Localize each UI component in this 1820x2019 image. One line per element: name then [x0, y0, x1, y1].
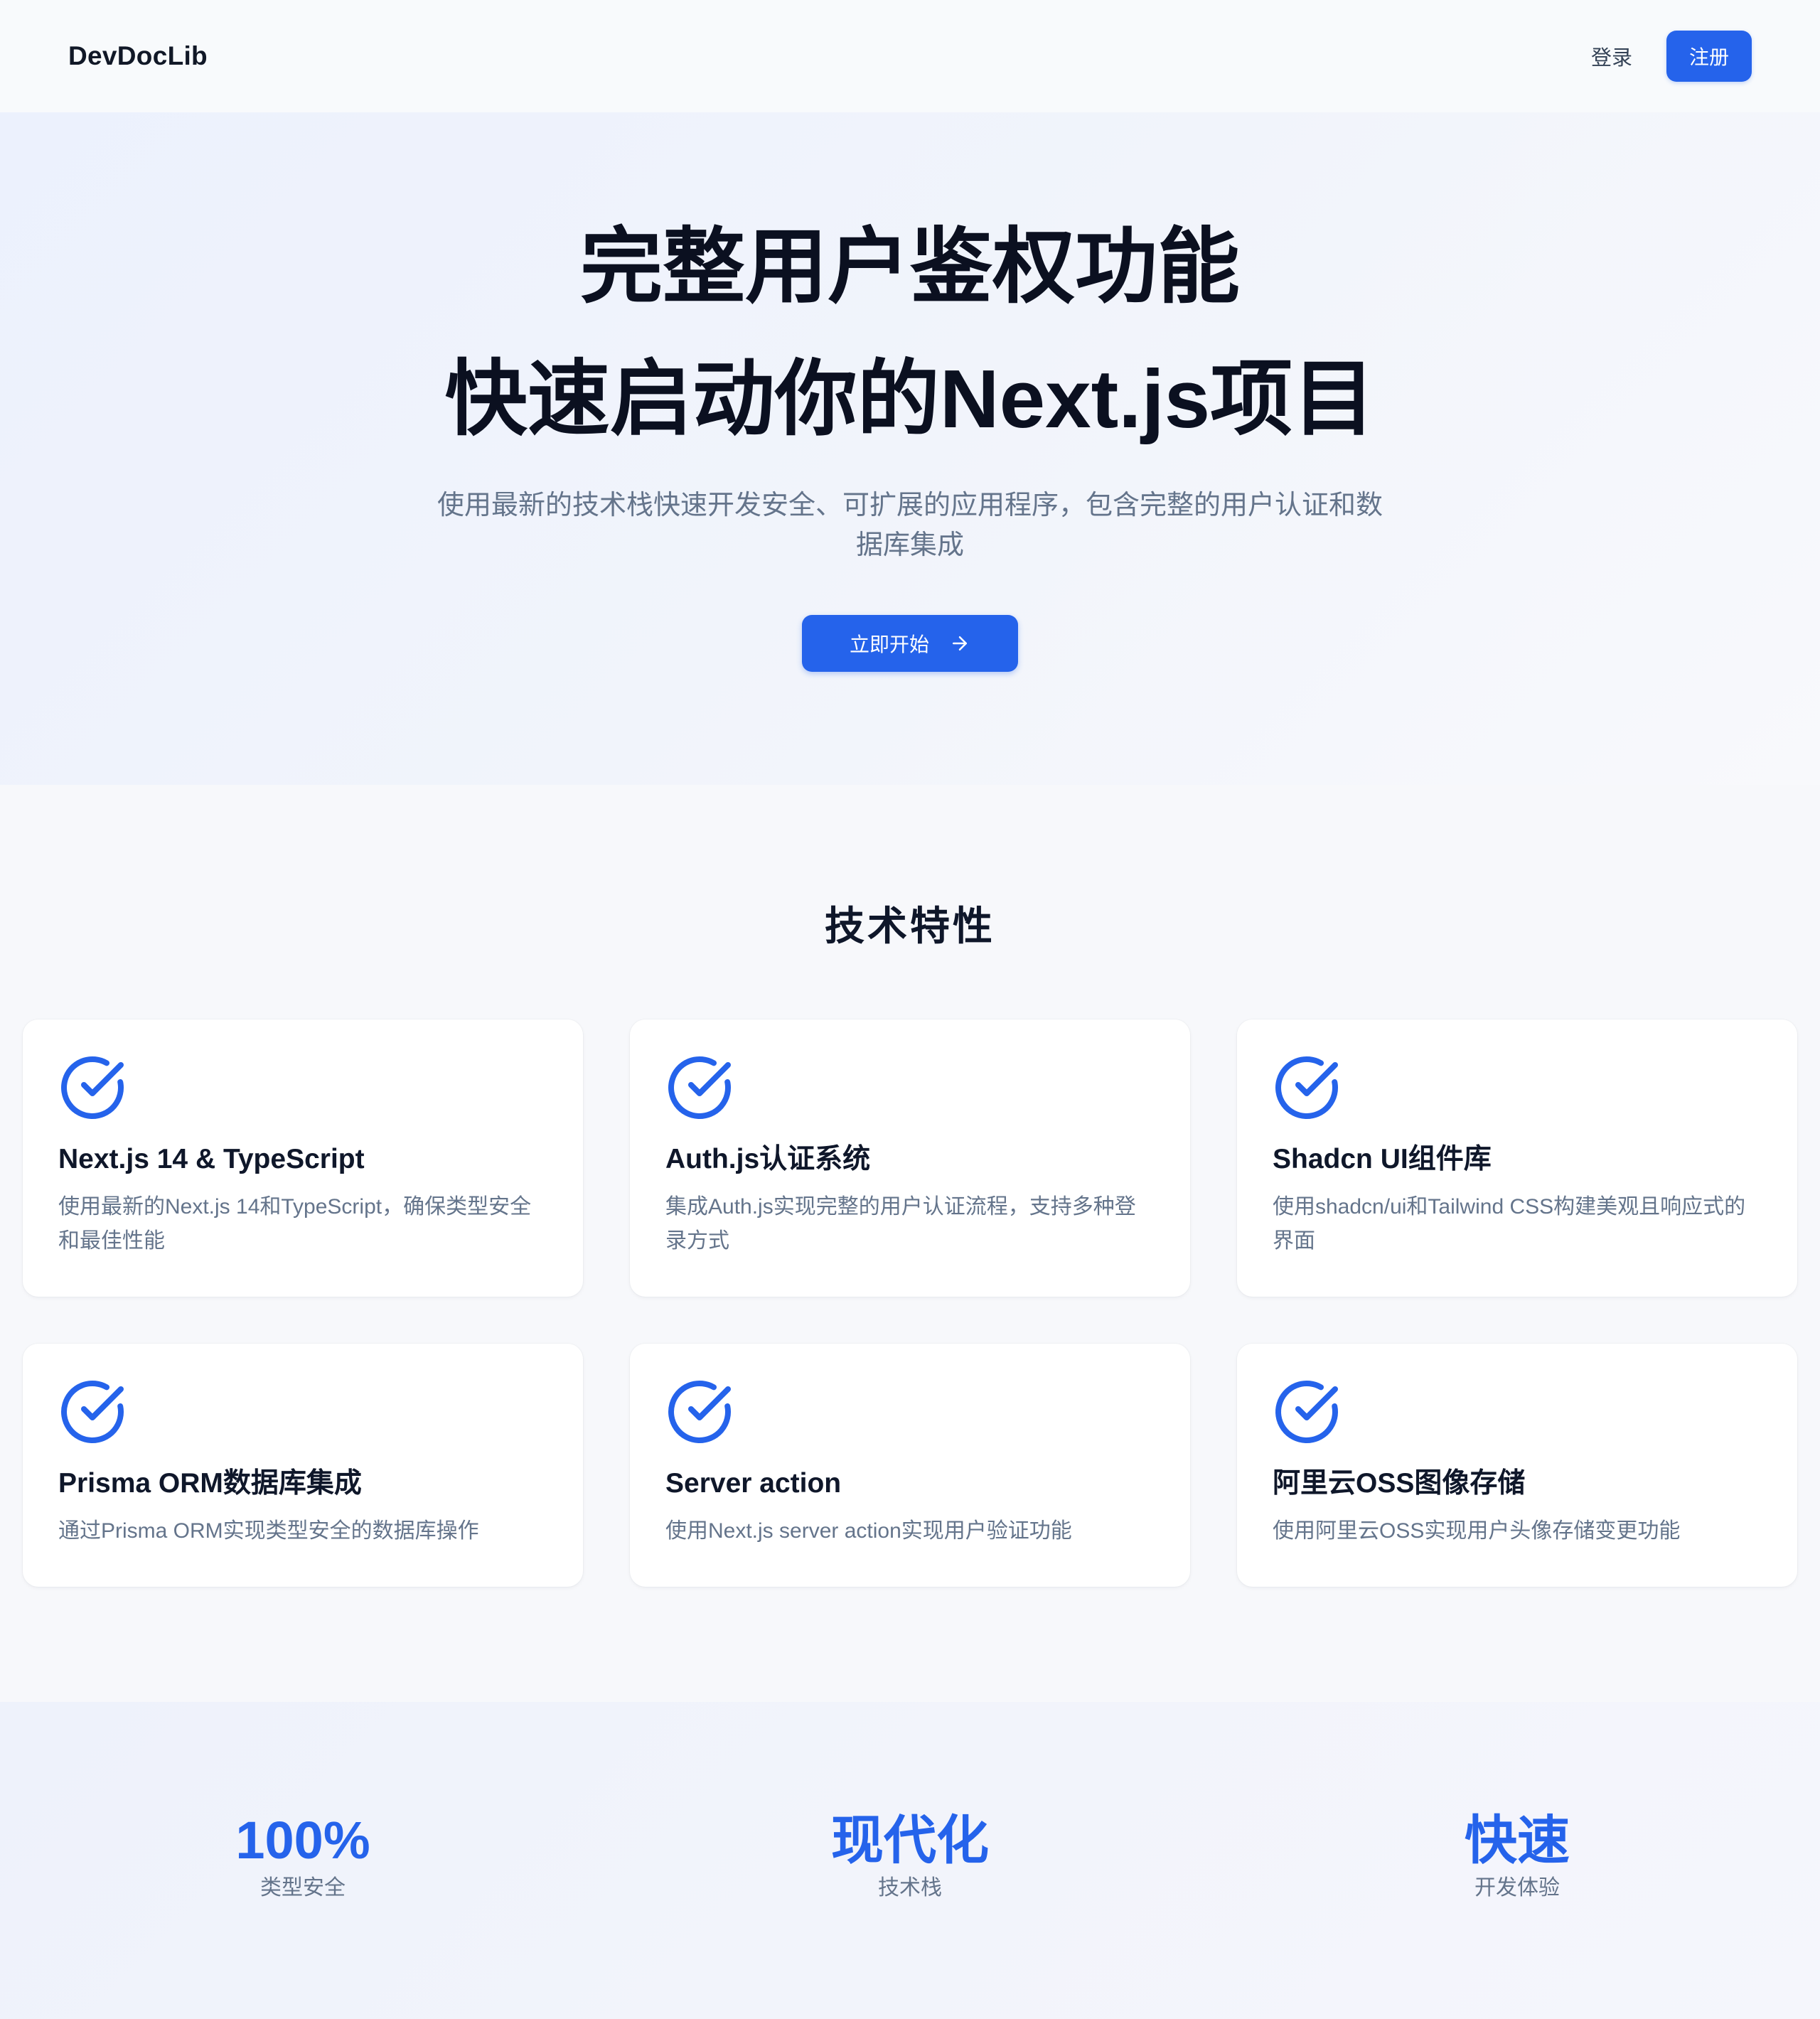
feature-card-title: Prisma ORM数据库集成 — [58, 1468, 362, 1499]
stat-tech-stack: 现代化 技术栈 — [697, 1809, 1123, 1902]
login-link[interactable]: 登录 — [1591, 41, 1632, 71]
check-circle-icon — [668, 1380, 731, 1443]
get-started-button[interactable]: 立即开始 — [802, 615, 1018, 672]
stat-value: 现代化 — [831, 1811, 989, 1870]
feature-card-prisma: Prisma ORM数据库集成 通过Prisma ORM实现类型安全的数据库操作 — [23, 1344, 583, 1587]
feature-card-title: 阿里云OSS图像存储 — [1273, 1468, 1526, 1499]
check-circle-icon — [61, 1056, 124, 1119]
hero-title-line2: 快速启动你的Next.js项目 — [444, 353, 1376, 445]
feature-card-title: Shadcn UI组件库 — [1273, 1144, 1492, 1174]
hero-section: 完整用户鉴权功能 快速启动你的Next.js项目 使用最新的技术栈快速开发安全、… — [0, 112, 1820, 785]
arrow-right-icon — [953, 636, 967, 650]
stat-label: 类型安全 — [260, 1876, 346, 1900]
check-circle-icon — [61, 1380, 124, 1443]
stat-label: 开发体验 — [1474, 1876, 1560, 1900]
get-started-label: 立即开始 — [849, 633, 929, 655]
stat-dev-experience: 快速 开发体验 — [1304, 1809, 1730, 1902]
feature-card-shadcn: Shadcn UI组件库 使用shadcn/ui和Tailwind CSS构建美… — [1237, 1019, 1797, 1297]
feature-card-nextjs: Next.js 14 & TypeScript 使用最新的Next.js 14和… — [23, 1019, 583, 1297]
register-button[interactable]: 注册 — [1666, 31, 1752, 82]
feature-card-title: Auth.js认证系统 — [665, 1144, 871, 1174]
feature-card-title: Server action — [665, 1468, 842, 1499]
nav-actions: 登录 注册 — [1591, 31, 1752, 82]
feature-card-desc: 集成Auth.js实现完整的用户认证流程，支持多种登录方式 — [665, 1195, 1136, 1253]
check-circle-icon — [1275, 1380, 1338, 1443]
feature-card-desc: 使用Next.js server action实现用户验证功能 — [665, 1519, 1072, 1543]
hero-subtitle: 使用最新的技术栈快速开发安全、可扩展的应用程序，包含完整的用户认证和数据库集成 — [437, 491, 1383, 560]
hero-title-line1: 完整用户鉴权功能 — [580, 220, 1240, 313]
stat-value: 快速 — [1465, 1811, 1570, 1870]
feature-card-authjs: Auth.js认证系统 集成Auth.js实现完整的用户认证流程，支持多种登录方… — [630, 1019, 1190, 1297]
feature-card-title: Next.js 14 & TypeScript — [58, 1144, 365, 1174]
stat-type-safety: 100% 类型安全 — [90, 1809, 516, 1902]
feature-card-aliyun-oss: 阿里云OSS图像存储 使用阿里云OSS实现用户头像存储变更功能 — [1237, 1344, 1797, 1587]
feature-card-desc: 使用阿里云OSS实现用户头像存储变更功能 — [1273, 1519, 1681, 1543]
feature-card-desc: 使用最新的Next.js 14和TypeScript，确保类型安全和最佳性能 — [58, 1195, 532, 1253]
stat-value: 100% — [235, 1811, 370, 1870]
navbar: DevDocLib 登录 注册 — [0, 0, 1820, 112]
features-section-title: 技术特性 — [825, 904, 995, 948]
check-circle-icon — [668, 1056, 731, 1119]
stat-label: 技术栈 — [878, 1876, 942, 1900]
brand-logo[interactable]: DevDocLib — [68, 41, 208, 71]
check-circle-icon — [1275, 1056, 1338, 1119]
feature-card-desc: 通过Prisma ORM实现类型安全的数据库操作 — [58, 1519, 479, 1543]
stats-section: 100% 类型安全 现代化 技术栈 快速 开发体验 — [0, 1702, 1820, 2019]
feature-card-desc: 使用shadcn/ui和Tailwind CSS构建美观且响应式的界面 — [1273, 1195, 1746, 1253]
feature-card-server-action: Server action 使用Next.js server action实现用… — [630, 1344, 1190, 1587]
